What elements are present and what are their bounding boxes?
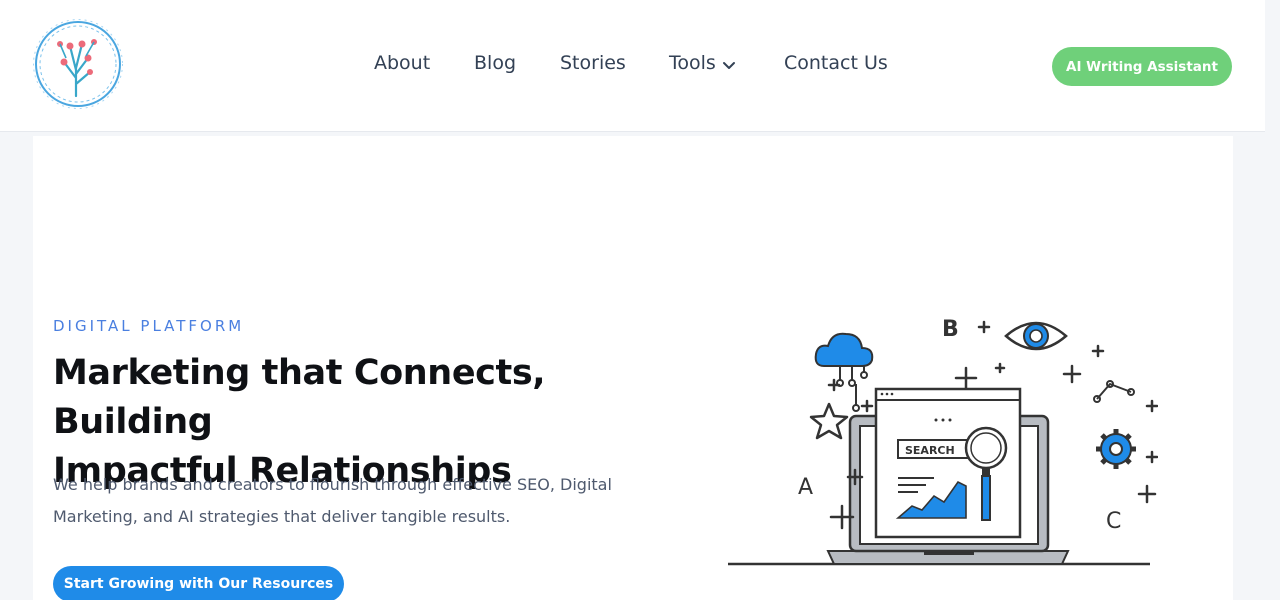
nav-stories[interactable]: Stories: [560, 52, 626, 74]
illustration-letter-b: B: [942, 317, 959, 342]
start-growing-button[interactable]: Start Growing with Our Resources: [53, 566, 344, 600]
hero-description: We help brands and creators to flourish …: [53, 469, 653, 533]
illustration-letter-a: A: [798, 475, 813, 500]
site-header: About Blog Stories Tools Contact Us AI W…: [0, 0, 1265, 132]
hero-description-line-1: We help brands and creators to flourish …: [53, 475, 612, 494]
seo-illustration: SEARCH B A C: [728, 296, 1159, 570]
nav-about[interactable]: About: [374, 52, 430, 74]
nav-tools-label: Tools: [669, 52, 716, 74]
hero-section: DIGITAL PLATFORM Marketing that Connects…: [33, 136, 1233, 600]
illustration-search-label: SEARCH: [905, 444, 955, 457]
hero-description-line-2: Marketing, and AI strategies that delive…: [53, 507, 511, 526]
nav-blog[interactable]: Blog: [474, 52, 516, 74]
ai-writing-assistant-button[interactable]: AI Writing Assistant: [1052, 47, 1232, 86]
illustration-letter-c: C: [1106, 509, 1121, 534]
hero-eyebrow: DIGITAL PLATFORM: [53, 317, 245, 335]
page-scrollbar[interactable]: [1265, 0, 1280, 600]
chevron-down-icon: [722, 55, 736, 69]
nav-contact-us[interactable]: Contact Us: [784, 52, 888, 74]
nav-tools[interactable]: Tools: [669, 52, 736, 74]
hero-headline-line-1: Marketing that Connects, Building: [53, 353, 546, 442]
